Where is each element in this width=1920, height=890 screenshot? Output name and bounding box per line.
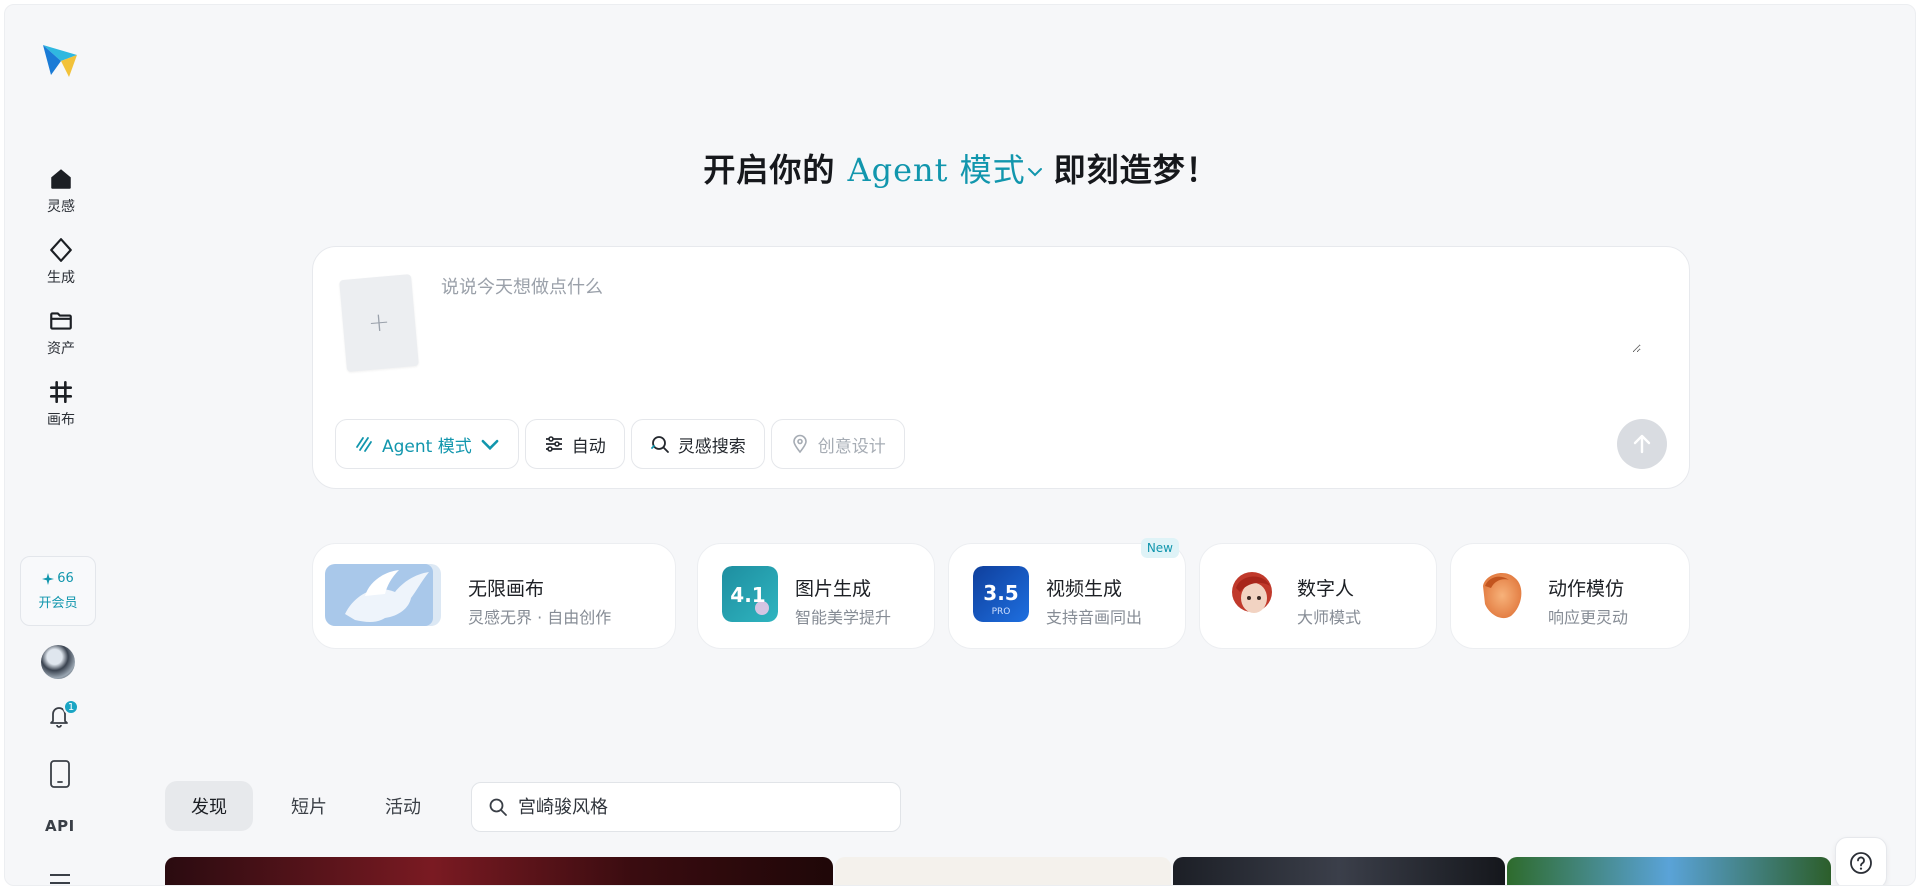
prompt-options: Agent 模式 自动 灵感搜索 创意设计: [335, 419, 905, 469]
agent-mode-label: Agent 模式: [382, 436, 472, 457]
inspiration-search-label: 灵感搜索: [677, 436, 746, 457]
tab-events[interactable]: 活动: [359, 781, 447, 831]
membership-label: 开会员: [38, 596, 78, 611]
arrow-up-icon: [1633, 434, 1651, 454]
hash-icon: [49, 380, 73, 404]
sparkle-icon: [42, 572, 55, 585]
creative-design-label: 创意设计: [817, 436, 886, 457]
feature-subtitle: 响应更灵动: [1548, 608, 1629, 627]
notification-button[interactable]: 1: [47, 699, 79, 731]
diamond-icon: [50, 238, 72, 262]
pegasus-thumbnail-icon: [325, 564, 441, 626]
feature-card-motion-mimic[interactable]: 动作模仿 响应更灵动: [1450, 543, 1690, 649]
gallery-search-input[interactable]: [518, 796, 878, 818]
sidebar-item-assets[interactable]: 资产: [29, 302, 93, 364]
feature-subtitle: 支持音画同出: [1046, 608, 1143, 627]
sidebar-item-label: 灵感: [47, 199, 75, 215]
gallery-item[interactable]: [165, 857, 833, 885]
feature-title: 图片生成: [795, 578, 872, 600]
motion-mimic-thumbnail-icon: [1483, 572, 1522, 619]
plus-icon: +: [366, 307, 392, 339]
feature-title: 动作模仿: [1548, 578, 1625, 600]
video-gen-version: 3.5: [983, 581, 1018, 605]
help-button[interactable]: [1835, 837, 1887, 885]
points-display: 66: [42, 571, 74, 586]
sidebar: 灵感 生成 资产 画布 66 开会员 1 API: [5, 5, 117, 885]
page-title: 开启你的 Agent 模式 即刻造梦！: [5, 145, 1915, 191]
location-pin-icon: [792, 434, 807, 454]
feature-title: 无限画布: [468, 578, 545, 600]
avatar[interactable]: [41, 645, 75, 679]
sidebar-item-generate[interactable]: 生成: [29, 231, 93, 293]
api-link[interactable]: API: [45, 817, 75, 835]
logo-icon[interactable]: [41, 41, 79, 79]
app-frame: 灵感 生成 资产 画布 66 开会员 1 API 开启你的 Agent 模式 即…: [4, 4, 1916, 886]
image-gen-version: 4.1: [730, 583, 765, 607]
video-gen-thumbnail-icon: 3.5 PRO: [973, 566, 1029, 622]
sliders-icon: [545, 436, 562, 452]
tab-shorts[interactable]: 短片: [265, 781, 353, 831]
feature-card-infinite-canvas[interactable]: 无限画布 灵感无界 · 自由创作: [312, 543, 676, 649]
auto-chip[interactable]: 自动: [524, 419, 625, 469]
gallery-item[interactable]: [835, 857, 1171, 885]
feature-card-digital-human[interactable]: 数字人 大师模式: [1199, 543, 1437, 649]
feature-card-image-generation[interactable]: 4.1 图片生成 智能美学提升: [697, 543, 935, 649]
title-prefix: 开启你的: [703, 151, 836, 189]
folder-icon: [50, 312, 72, 330]
prompt-input[interactable]: [441, 273, 1641, 353]
gallery-item[interactable]: [1507, 857, 1831, 885]
notification-badge: 1: [63, 699, 79, 715]
search-icon: [650, 436, 669, 453]
agent-mode-chip[interactable]: Agent 模式: [335, 419, 519, 469]
upload-reference-button[interactable]: +: [339, 274, 419, 372]
feature-subtitle: 智能美学提升: [795, 608, 892, 627]
send-button[interactable]: [1617, 419, 1667, 469]
sidebar-item-canvas[interactable]: 画布: [29, 373, 93, 435]
gallery-item[interactable]: [1173, 857, 1505, 885]
image-gen-thumbnail-icon: 4.1: [722, 566, 778, 622]
points-value: 66: [57, 571, 74, 586]
feature-card-video-generation[interactable]: 3.5 PRO 视频生成 支持音画同出 New: [948, 538, 1186, 649]
new-badge: New: [1140, 538, 1179, 558]
gallery-search[interactable]: [471, 782, 901, 832]
mode-selector[interactable]: Agent 模式: [847, 151, 1025, 189]
chevron-down-icon[interactable]: [1026, 163, 1044, 181]
sidebar-item-label: 资产: [47, 341, 75, 357]
content-tabs: 发现 短片 活动: [165, 781, 447, 831]
feature-title: 视频生成: [1046, 578, 1123, 600]
sidebar-item-label: 画布: [47, 412, 75, 428]
sidebar-item-label: 生成: [47, 270, 75, 286]
auto-label: 自动: [571, 436, 606, 457]
gallery-grid: [165, 857, 1831, 885]
creative-design-chip[interactable]: 创意设计: [770, 419, 905, 469]
video-gen-tier: PRO: [992, 607, 1011, 617]
agent-icon: [356, 437, 372, 452]
title-suffix: 即刻造梦！: [1053, 151, 1219, 189]
inspiration-search-chip[interactable]: 灵感搜索: [630, 419, 765, 469]
feature-title: 数字人: [1297, 578, 1355, 600]
membership-button[interactable]: 66 开会员: [20, 556, 96, 626]
mobile-app-icon[interactable]: [49, 760, 71, 788]
tab-discover[interactable]: 发现: [165, 781, 253, 831]
feature-subtitle: 大师模式: [1297, 608, 1362, 627]
feature-subtitle: 灵感无界 · 自由创作: [468, 608, 612, 627]
chevron-down-icon: [481, 439, 499, 451]
help-icon: [1850, 852, 1872, 874]
digital-human-thumbnail-icon: [1232, 572, 1272, 613]
menu-icon[interactable]: [49, 873, 71, 886]
prompt-box: + Agent 模式 自动 灵感搜索 创意设计: [312, 246, 1690, 489]
search-icon: [489, 798, 507, 816]
